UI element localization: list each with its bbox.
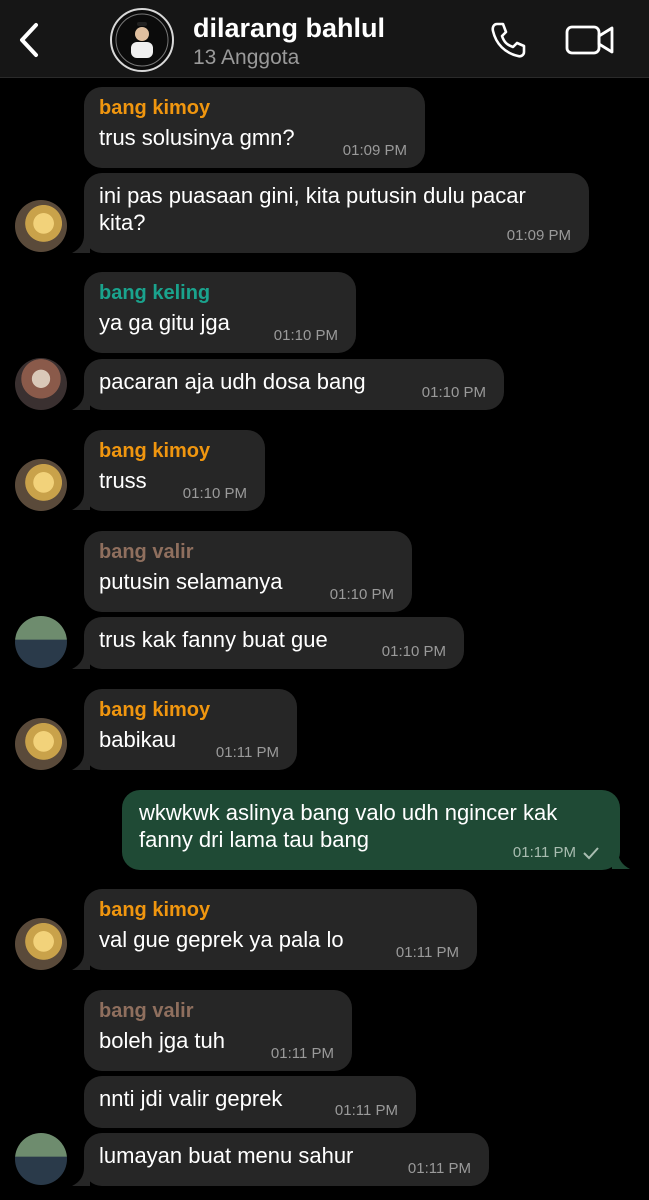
message-time: 01:10 PM	[182, 485, 247, 502]
sender-name[interactable]: bang kimoy	[99, 96, 409, 120]
avatar-kimoy[interactable]	[15, 459, 67, 511]
sender-name[interactable]: bang valir	[99, 540, 396, 564]
bubble-tail	[612, 851, 630, 869]
sender-name[interactable]: bang keling	[99, 281, 340, 305]
avatar-kimoy[interactable]	[15, 718, 67, 770]
sender-name[interactable]: bang kimoy	[99, 898, 461, 922]
message-bubble[interactable]: bang kimoy babikau 01:11 PM	[84, 689, 297, 770]
message-bubble[interactable]: pacaran aja udh dosa bang 01:10 PM	[84, 359, 504, 410]
avatar-keling[interactable]	[15, 358, 67, 410]
message-bubble[interactable]: nnti jdi valir geprek 01:11 PM	[84, 1076, 416, 1128]
message-bubble[interactable]: lumayan buat menu sahur 01:11 PM	[84, 1133, 489, 1186]
message-time: 01:11 PM	[270, 1045, 334, 1062]
avatar-kimoy[interactable]	[15, 918, 67, 970]
message-time: 01:11 PM	[334, 1102, 398, 1119]
message-time-text: 01:11 PM	[512, 844, 576, 861]
avatar-valir[interactable]	[15, 616, 67, 668]
sender-name[interactable]: bang kimoy	[99, 439, 249, 463]
message-list[interactable]: bang kimoy trus solusinya gmn? 01:09 PM …	[0, 78, 649, 1200]
message-bubble[interactable]: bang keling ya ga gitu jga 01:10 PM	[84, 272, 356, 353]
back-arrow-icon[interactable]	[14, 20, 44, 60]
message-text: ini pas puasaan gini, kita putusin dulu …	[99, 183, 526, 235]
message-bubble[interactable]: bang valir boleh jga tuh 01:11 PM	[84, 990, 352, 1071]
sender-name[interactable]: bang valir	[99, 999, 336, 1023]
message-time: 01:09 PM	[342, 142, 407, 159]
message-bubble-outgoing[interactable]: wkwkwk aslinya bang valo udh ngincer kak…	[122, 790, 620, 870]
message-time: 01:11 PM	[215, 744, 279, 761]
message-bubble[interactable]: bang kimoy val gue geprek ya pala lo 01:…	[84, 889, 477, 970]
message-bubble[interactable]: ini pas puasaan gini, kita putusin dulu …	[84, 173, 589, 253]
message-bubble[interactable]: bang kimoy truss 01:10 PM	[84, 430, 265, 511]
chat-header: dilarang bahlul 13 Anggota	[0, 0, 649, 78]
avatar-valir[interactable]	[15, 1133, 67, 1185]
group-avatar[interactable]	[110, 8, 174, 72]
message-bubble[interactable]: bang kimoy trus solusinya gmn? 01:09 PM	[84, 87, 425, 168]
message-time: 01:11 PM	[395, 944, 459, 961]
phone-call-icon[interactable]	[488, 20, 528, 60]
video-call-icon[interactable]	[564, 22, 616, 58]
sent-check-icon	[583, 847, 599, 860]
avatar-kimoy[interactable]	[15, 200, 67, 252]
message-bubble[interactable]: bang valir putusin selamanya 01:10 PM	[84, 531, 412, 612]
message-time: 01:11 PM	[407, 1160, 471, 1177]
group-title[interactable]: dilarang bahlul	[193, 13, 385, 44]
sender-name[interactable]: bang kimoy	[99, 698, 281, 722]
message-time: 01:09 PM	[506, 227, 571, 244]
message-time: 01:10 PM	[421, 384, 486, 401]
message-time: 01:11 PM	[513, 844, 600, 861]
message-time: 01:10 PM	[381, 643, 446, 660]
message-time: 01:10 PM	[329, 586, 394, 603]
member-count[interactable]: 13 Anggota	[193, 46, 299, 70]
message-bubble[interactable]: trus kak fanny buat gue 01:10 PM	[84, 617, 464, 669]
group-avatar-logo	[115, 13, 169, 67]
message-time: 01:10 PM	[273, 327, 338, 344]
